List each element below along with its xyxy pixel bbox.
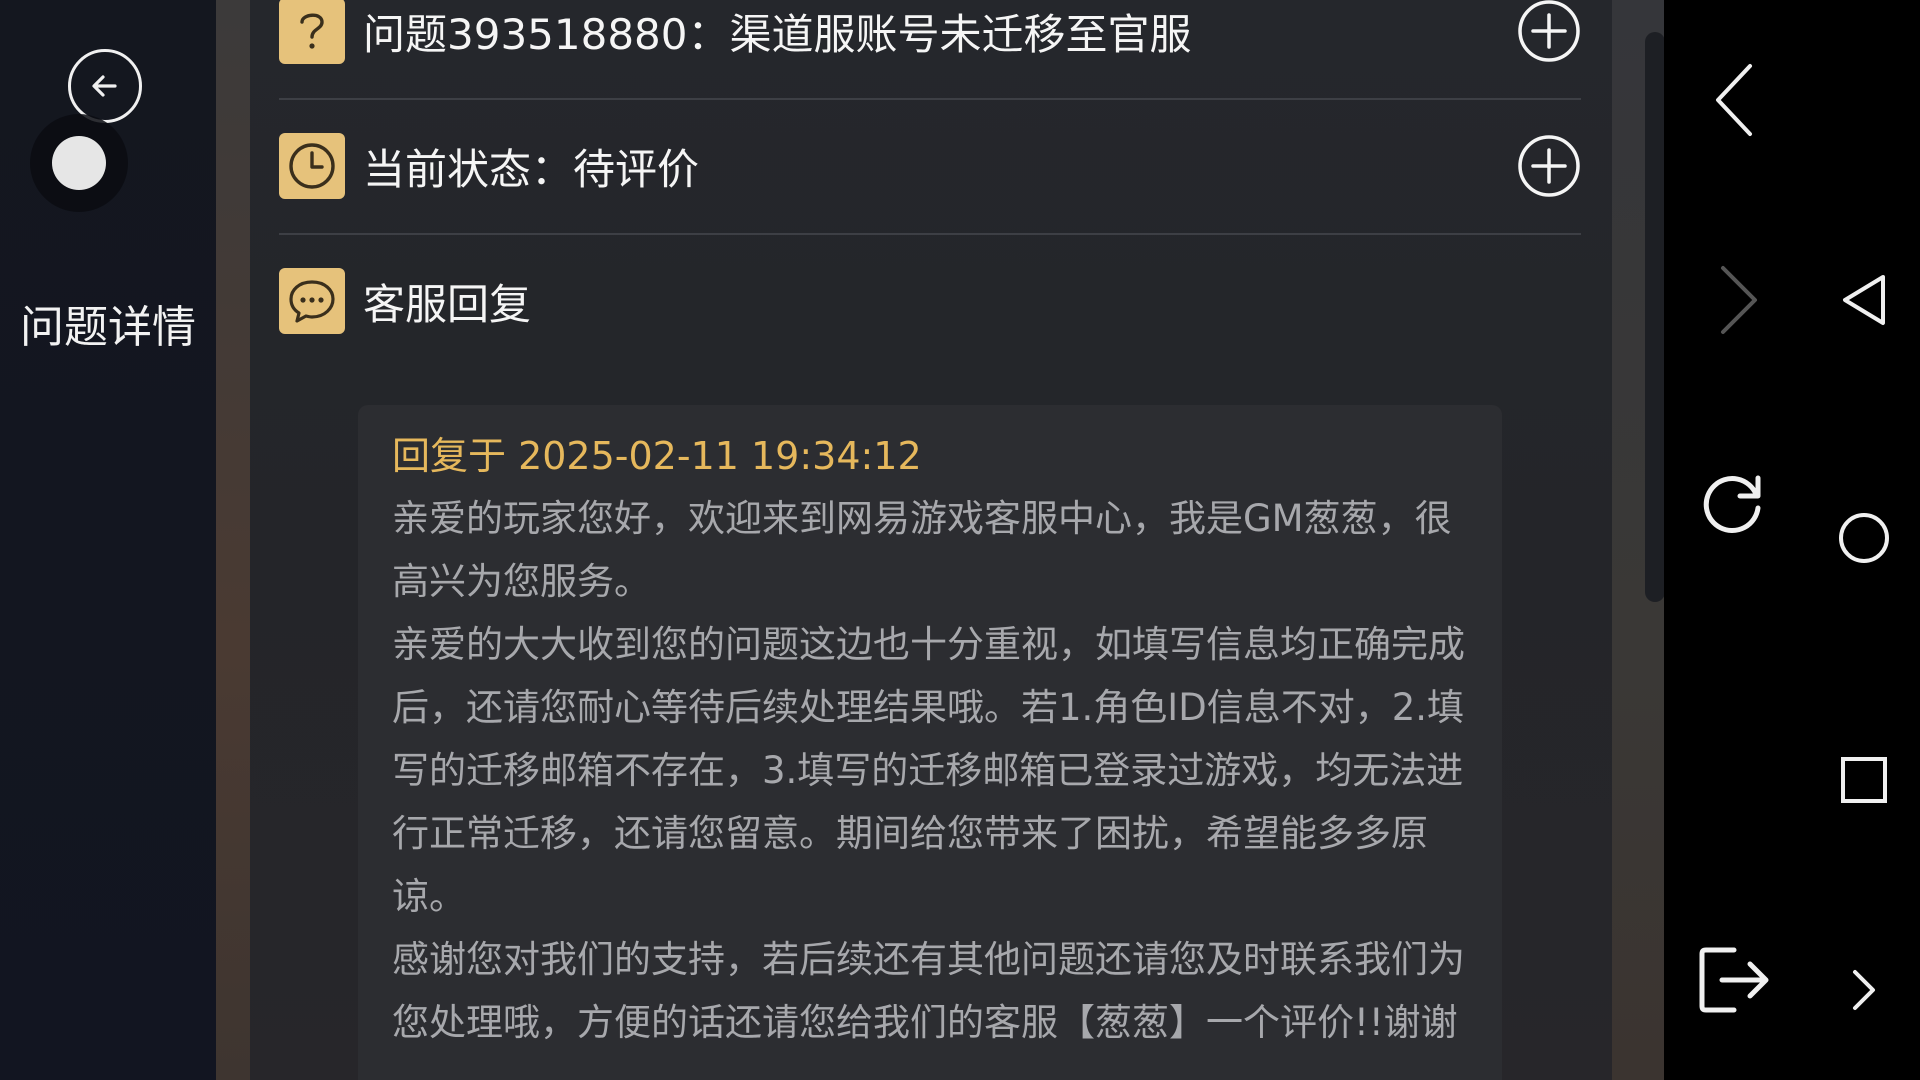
ticket-detail-panel: 问题393518880：渠道服账号未迁移至官服 当前状态：待评价 客服回复 回复… (250, 0, 1612, 1080)
floating-assistive-button[interactable] (30, 114, 128, 212)
reply-paragraph: 感谢您对我们的支持，若后续还有其他问题还请您及时联系我们为您处理哦，方便的话还请… (392, 938, 1465, 1044)
back-button[interactable] (68, 49, 142, 123)
question-badge (279, 0, 345, 64)
clock-icon (289, 143, 335, 189)
nav-expand-button[interactable] (1842, 966, 1886, 1014)
status-row[interactable]: 当前状态：待评价 (279, 99, 1581, 233)
status-text: 当前状态：待评价 (363, 144, 700, 194)
right-navigation-bar (1664, 0, 1920, 1080)
expand-status-button[interactable] (1517, 134, 1581, 198)
status-badge (279, 133, 345, 199)
system-back-button[interactable] (1834, 268, 1894, 332)
expand-question-button[interactable] (1517, 0, 1581, 63)
chevron-right-small-icon (1853, 970, 1875, 1010)
floating-dot (52, 136, 106, 190)
square-recent-icon (1841, 757, 1887, 803)
app-root: 问题详情 问题393518880：渠道服账号未迁移至官服 当前状态：待评价 客服… (0, 0, 1920, 1080)
reply-section-title: 客服回复 (363, 279, 532, 329)
chevron-right-icon (1721, 266, 1757, 334)
circle-home-icon (1839, 513, 1889, 563)
reply-timestamp: 回复于 2025-02-11 19:34:12 (392, 434, 922, 478)
reply-paragraph: 亲爱的大大收到您的问题这边也十分重视，如填写信息均正确完成后，还请您耐心等待后续… (392, 623, 1465, 918)
chat-bubble-icon (289, 280, 335, 323)
exit-icon (1699, 947, 1769, 1013)
chevron-left-icon (1716, 64, 1752, 136)
page-title: 问题详情 (20, 302, 196, 353)
browser-back-button[interactable] (1704, 60, 1764, 140)
reload-icon (1703, 475, 1761, 534)
reply-paragraph: 亲爱的玩家您好，欢迎来到网易游戏客服中心，我是GM葱葱，很高兴为您服务。 (392, 497, 1452, 603)
system-home-button[interactable] (1834, 508, 1894, 568)
sidebar: 问题详情 (0, 0, 216, 1080)
reload-button[interactable] (1692, 462, 1772, 542)
scrollbar-thumb[interactable] (1645, 32, 1665, 602)
question-mark-icon (300, 13, 324, 49)
reply-card: 回复于 2025-02-11 19:34:12 亲爱的玩家您好，欢迎来到网易游戏… (358, 405, 1502, 1080)
reply-body: 亲爱的玩家您好，欢迎来到网易游戏客服中心，我是GM葱葱，很高兴为您服务。 亲爱的… (392, 487, 1468, 1054)
triangle-back-icon (1843, 275, 1885, 325)
background-strip-left (216, 0, 250, 1080)
browser-forward-button[interactable] (1714, 262, 1764, 338)
question-title: 问题393518880：渠道服账号未迁移至官服 (363, 9, 1192, 59)
reply-header-row: 客服回复 (279, 234, 1581, 368)
question-row[interactable]: 问题393518880：渠道服账号未迁移至官服 (279, 0, 1581, 98)
exit-button[interactable] (1692, 940, 1776, 1020)
reply-badge (279, 268, 345, 334)
system-recent-apps-button[interactable] (1836, 752, 1892, 808)
arrow-left-icon (92, 75, 117, 97)
